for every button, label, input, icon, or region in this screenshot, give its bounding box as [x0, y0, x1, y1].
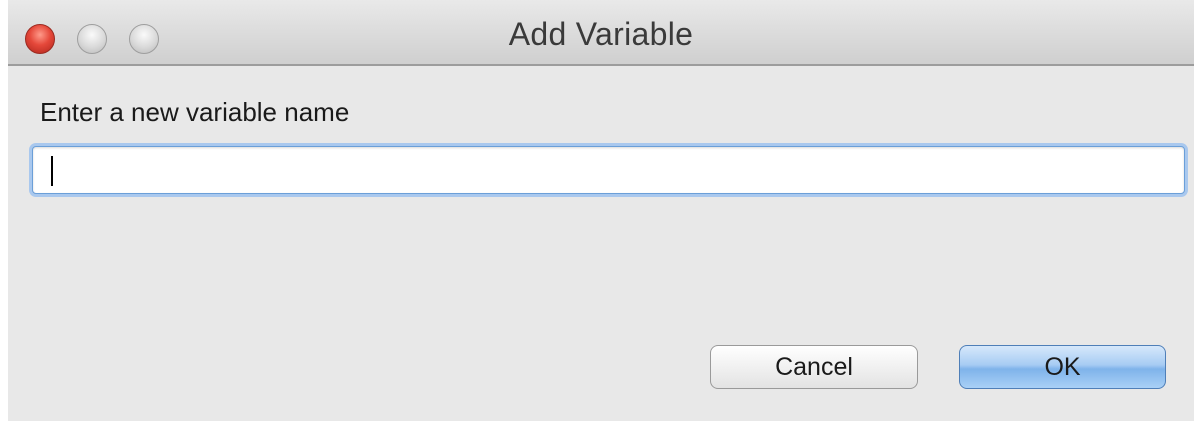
window-title: Add Variable	[508, 16, 694, 52]
text-cursor	[51, 156, 53, 186]
variable-name-label: Enter a new variable name	[40, 97, 350, 127]
cancel-button[interactable]: Cancel	[710, 345, 918, 389]
title-bar[interactable]: Add Variable	[8, 0, 1194, 66]
variable-name-input[interactable]	[32, 146, 1185, 194]
add-variable-dialog: Add Variable Enter a new variable name C…	[8, 0, 1194, 421]
ok-button[interactable]: OK	[959, 345, 1166, 389]
